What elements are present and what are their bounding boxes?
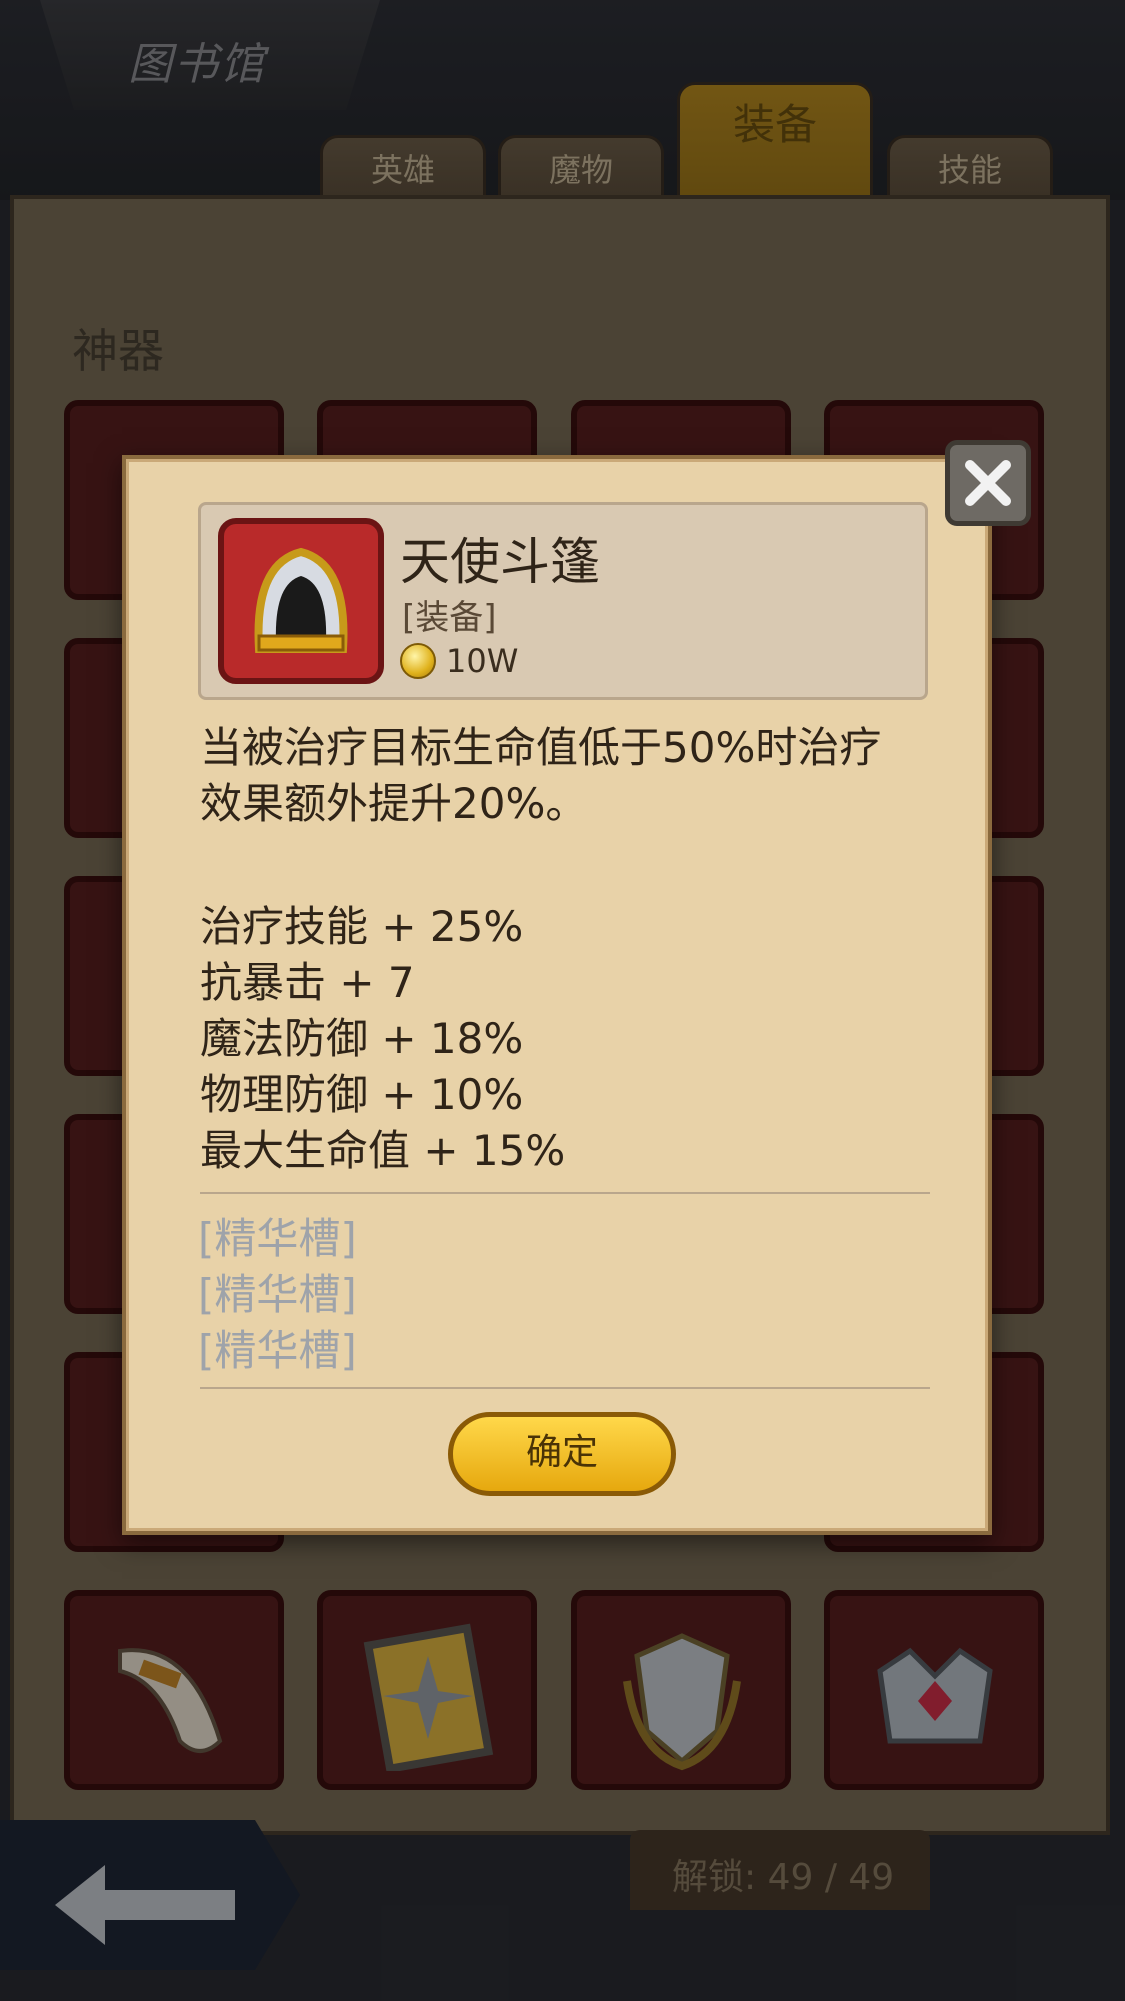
gold-coin-icon [400,643,436,679]
stat-line: 抗暴击 + 7 [200,958,415,1007]
divider [200,1192,930,1194]
close-icon [965,460,1011,506]
item-icon-frame [218,518,384,684]
item-price: 10W [446,642,519,680]
hood-icon [254,547,348,653]
item-name: 天使斗篷 [400,533,600,591]
item-type: [装备] [402,598,497,638]
close-button[interactable] [945,440,1031,526]
stat-line: 最大生命值 + 15% [200,1126,566,1175]
stat-line: 治疗技能 + 25% [200,902,524,951]
stat-line: 物理防御 + 10% [200,1070,524,1119]
essence-slot: [精华槽] [198,1326,357,1375]
item-description: 当被治疗目标生命值低于50%时治疗效果额外提升20%。 [200,723,882,828]
essence-slot: [精华槽] [198,1270,357,1319]
confirm-button[interactable]: 确定 [448,1412,676,1496]
stat-line: 魔法防御 + 18% [200,1014,524,1063]
divider [200,1387,930,1389]
essence-slot: [精华槽] [198,1214,357,1263]
